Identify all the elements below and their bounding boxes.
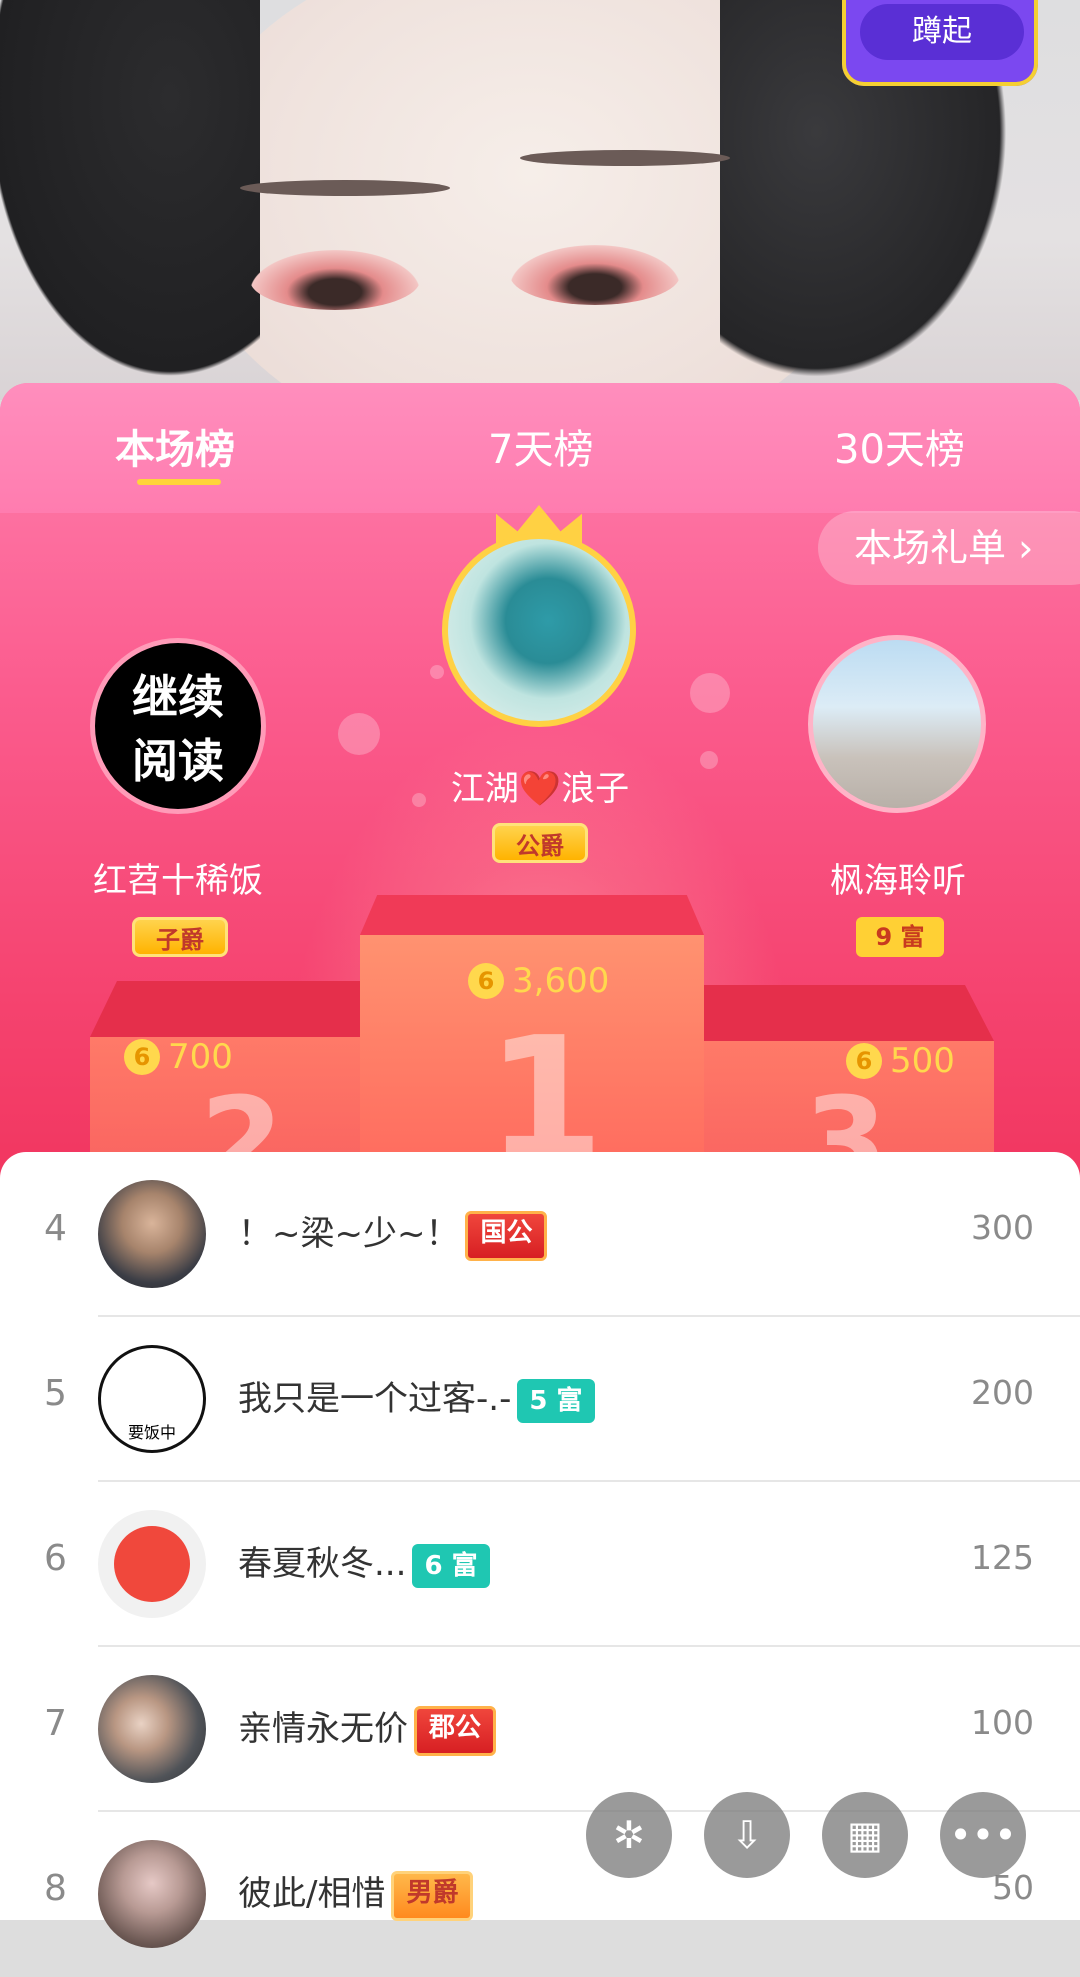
list-item[interactable]: 4 ！~梁~少~！ 国公 300	[0, 1152, 1080, 1317]
score-third-place: 6 500	[846, 1039, 955, 1081]
list-item[interactable]: 5 要饭中 我只是一个过客-.- 5 富 200	[0, 1317, 1080, 1482]
user-name-text: 亲情永无价	[238, 1709, 408, 1749]
ranking-tabs: 本场榜 7天榜 30天榜	[0, 383, 1080, 513]
decor-bubble	[430, 665, 444, 679]
score-second-place: 6 700	[124, 1035, 233, 1077]
badge-third-place: 9 富	[856, 917, 944, 957]
avatar-second-place[interactable]: 继续 阅读	[90, 638, 266, 814]
score-first-place: 6 3,600	[468, 959, 609, 1001]
user-name: 春夏秋冬... 6 富	[238, 1536, 490, 1588]
contribution-value: 125	[971, 1538, 1034, 1577]
name-third-place: 枫海聆听	[830, 861, 966, 901]
avatar	[98, 1180, 206, 1288]
badge-first-place: 公爵	[492, 823, 588, 863]
share-icon: ✲	[613, 1813, 645, 1857]
ranking-list: 4 ！~梁~少~！ 国公 300 5 要饭中 我只是一个过客-.- 5 富 200 …	[0, 1152, 1080, 1948]
download-button[interactable]: ⇩	[704, 1792, 790, 1878]
more-icon: •••	[949, 1813, 1017, 1857]
rank-tag: 6 富	[412, 1543, 490, 1588]
eye-right	[510, 245, 680, 305]
rank-index: 8	[44, 1868, 67, 1909]
podium-2-top	[90, 981, 360, 1037]
score-value: 500	[890, 1040, 955, 1081]
tab-7-days[interactable]: 7天榜	[488, 417, 593, 475]
user-name-text: 我只是一个过客-.-	[238, 1379, 512, 1419]
squat-button[interactable]: 蹲起	[842, 0, 1038, 86]
coin-icon: 6	[846, 1042, 882, 1079]
tab-30-days[interactable]: 30天榜	[834, 417, 965, 475]
avatar	[98, 1840, 206, 1948]
user-name: ！~梁~少~！ 国公	[238, 1206, 548, 1261]
share-button[interactable]: ✲	[586, 1792, 672, 1878]
decor-bubble	[700, 751, 718, 769]
list-item[interactable]: 7 亲情永无价 郡公 100	[0, 1647, 1080, 1812]
tab-current-session[interactable]: 本场榜	[115, 417, 235, 475]
avatar-third-place[interactable]	[808, 635, 986, 813]
eyebrow-left	[240, 180, 450, 196]
contribution-value: 300	[971, 1208, 1034, 1247]
live-video-background: 蹲起	[0, 0, 1080, 400]
grid-icon: ▦	[847, 1813, 883, 1857]
rank-tag: 国公	[465, 1210, 548, 1261]
badge-second-place: 子爵	[132, 917, 228, 957]
rank-tag: 5 富	[517, 1378, 595, 1423]
list-item[interactable]: 6 春夏秋冬... 6 富 125	[0, 1482, 1080, 1647]
podium-1-top	[360, 895, 704, 935]
squat-button-label: 蹲起	[860, 4, 1024, 60]
user-name-text: 春夏秋冬...	[238, 1544, 407, 1584]
score-value: 3,600	[512, 960, 610, 1001]
contribution-value: 100	[971, 1703, 1034, 1742]
avatar-text: 要饭中	[127, 1423, 176, 1442]
avatar-second-text: 继续 阅读	[132, 670, 224, 788]
score-value: 700	[168, 1036, 233, 1077]
rank-index: 7	[44, 1703, 67, 1744]
eye-left	[250, 250, 420, 310]
active-tab-indicator	[137, 479, 221, 485]
rank-index: 4	[44, 1208, 67, 1249]
grid-button[interactable]: ▦	[822, 1792, 908, 1878]
eyebrow-right	[520, 150, 730, 166]
hair-left	[0, 0, 260, 400]
rank-index: 6	[44, 1538, 67, 1579]
more-button[interactable]: •••	[940, 1792, 1026, 1878]
rank-tag: 男爵	[391, 1870, 474, 1921]
user-name: 我只是一个过客-.- 5 富	[238, 1371, 595, 1423]
user-name: 彼此/相惜 男爵	[238, 1866, 474, 1921]
download-icon: ⇩	[731, 1813, 763, 1857]
rank-tag: 郡公	[414, 1705, 497, 1756]
user-name: 亲情永无价 郡公	[238, 1701, 497, 1756]
avatar-first-place[interactable]	[442, 533, 636, 727]
avatar	[98, 1510, 206, 1618]
list-item[interactable]: 8 彼此/相惜 男爵 50	[0, 1812, 1080, 1977]
decor-bubble	[690, 673, 730, 713]
emoji-face-icon	[114, 1526, 190, 1602]
user-name-text: 彼此/相惜	[238, 1874, 386, 1914]
rank-index: 5	[44, 1373, 67, 1414]
name-first-place: 江湖❤️浪子	[450, 769, 630, 809]
avatar	[98, 1675, 206, 1783]
user-name-text: ！~梁~少~！	[238, 1214, 460, 1254]
contribution-value: 200	[971, 1373, 1034, 1412]
podium-3-top	[704, 985, 994, 1041]
avatar: 要饭中	[98, 1345, 206, 1453]
decor-bubble	[338, 713, 380, 755]
coin-icon: 6	[124, 1038, 160, 1075]
name-second-place: 红苕十稀饭	[93, 861, 263, 901]
coin-icon: 6	[468, 962, 504, 999]
gift-list-button[interactable]: 本场礼单 ›	[818, 511, 1080, 585]
